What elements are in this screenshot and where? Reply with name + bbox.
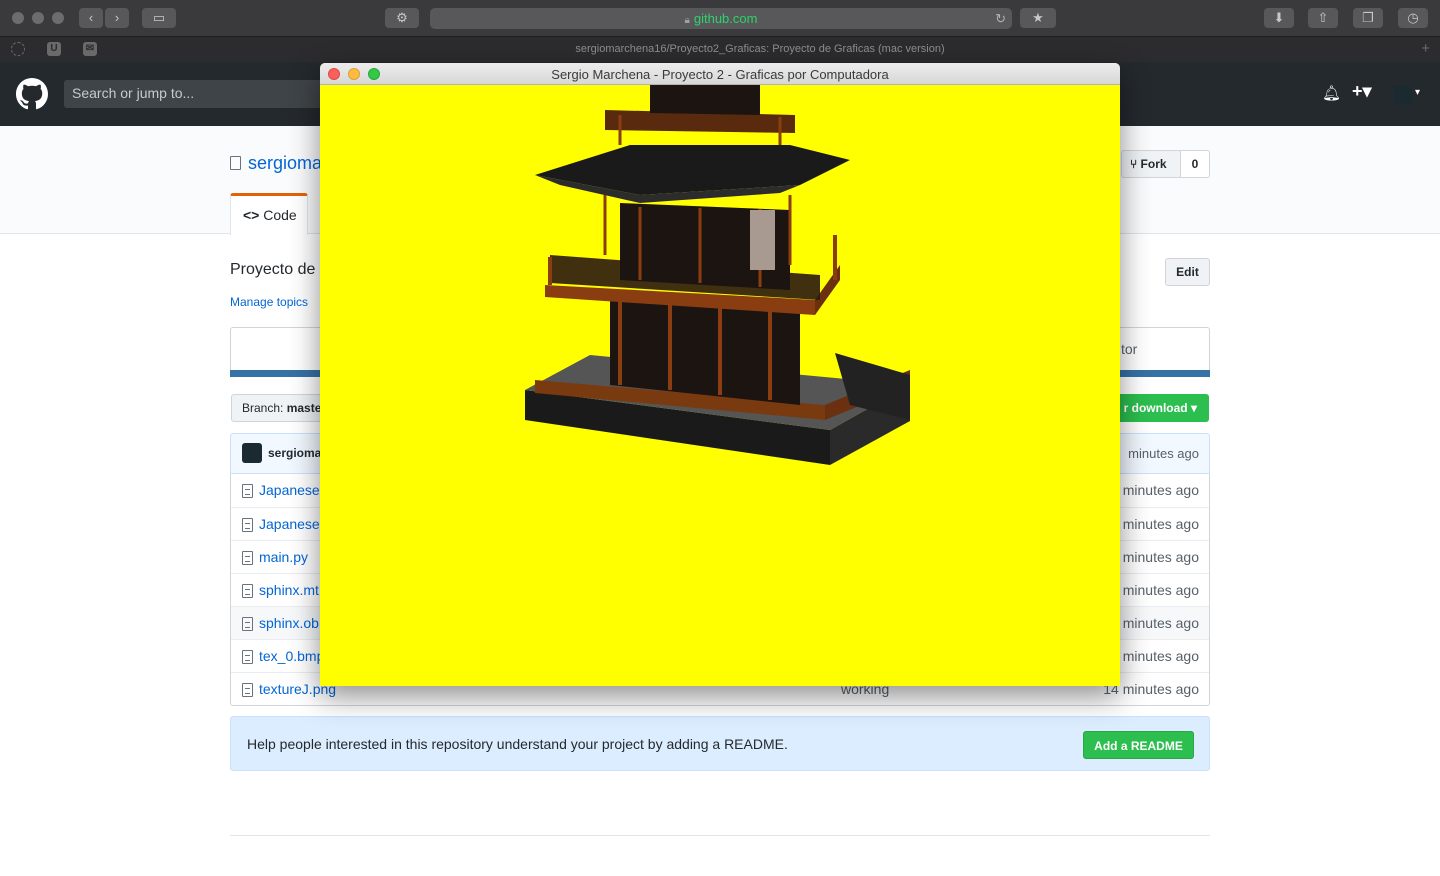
code-tab-label: Code: [263, 207, 297, 223]
file-age: minutes ago: [1122, 482, 1199, 498]
file-age: minutes ago: [1122, 648, 1199, 664]
commit-avatar[interactable]: [242, 443, 262, 463]
pagoda-render: [525, 85, 910, 465]
github-logo-icon[interactable]: [16, 78, 48, 110]
file-age: minutes ago: [1122, 615, 1199, 631]
file-name-link[interactable]: Japanese: [259, 516, 320, 532]
readme-banner-text: Help people interested in this repositor…: [247, 736, 788, 752]
new-tab-icon[interactable]: +: [1421, 40, 1430, 57]
pinned-tab-mail-icon[interactable]: ✉: [83, 42, 97, 56]
repo-description: Proyecto de: [230, 261, 316, 278]
tab-bar: U ✉ sergiomarchena16/Proyecto2_Graficas:…: [0, 36, 1440, 62]
window-minimize-button[interactable]: [32, 12, 44, 24]
history-icon[interactable]: ◷: [1398, 8, 1428, 28]
clone-download-button[interactable]: r download ▾: [1110, 394, 1209, 422]
pinned-tab-u-icon[interactable]: U: [47, 42, 61, 56]
file-icon: [242, 484, 253, 498]
fork-label: Fork: [1140, 157, 1167, 171]
avatar-caret-icon[interactable]: ▾: [1415, 87, 1420, 98]
fork-count[interactable]: 0: [1180, 150, 1210, 178]
repo-owner-link[interactable]: sergioma: [248, 153, 322, 174]
fork-icon: ⑂: [1130, 157, 1138, 171]
app-window[interactable]: Sergio Marchena - Proyecto 2 - Graficas …: [320, 63, 1120, 686]
file-icon: [242, 551, 253, 565]
file-name-link[interactable]: main.py: [259, 549, 308, 565]
forward-icon[interactable]: ›: [105, 8, 129, 28]
bookmark-icon[interactable]: ★: [1020, 8, 1056, 28]
sidebar-icon[interactable]: ▭: [142, 8, 176, 28]
readme-banner: Help people interested in this repositor…: [230, 716, 1210, 771]
file-age: minutes ago: [1122, 582, 1199, 598]
branch-label: Branch:: [242, 401, 284, 415]
add-readme-button[interactable]: Add a README: [1083, 731, 1194, 759]
share-icon[interactable]: ⇧: [1308, 8, 1338, 28]
settings-gear-icon[interactable]: ⚙: [385, 8, 419, 28]
user-avatar[interactable]: [1394, 86, 1412, 104]
contributors-link[interactable]: tor: [1121, 341, 1137, 357]
download-icon[interactable]: ⬇: [1264, 8, 1294, 28]
tabs-icon[interactable]: ❐: [1353, 8, 1383, 28]
lock-icon: 🔒︎: [684, 15, 690, 26]
file-name-link[interactable]: tex_0.bmp: [259, 648, 324, 664]
window-close-button[interactable]: [12, 12, 24, 24]
render-canvas[interactable]: [320, 85, 1120, 686]
tab-code[interactable]: <> Code: [230, 193, 308, 235]
commit-age: minutes ago: [1128, 446, 1199, 461]
browser-toolbar: ‹ › ▭ ⚙ 🔒︎ github.com ↻ ★ ⬇ ⇧ ❐ ◷: [0, 0, 1440, 36]
branch-value: maste: [286, 401, 322, 415]
create-new-plus-icon[interactable]: +▾: [1352, 81, 1372, 102]
footer-divider: [230, 835, 1210, 836]
active-tab-title[interactable]: sergiomarchena16/Proyecto2_Graficas: Pro…: [400, 43, 1120, 55]
github-search-input[interactable]: Search or jump to...: [64, 80, 324, 108]
file-icon: [242, 584, 253, 598]
file-icon: [242, 650, 253, 664]
file-name-link[interactable]: Japanese: [259, 482, 320, 498]
reload-icon[interactable]: ↻: [995, 8, 1006, 29]
repo-icon: [230, 156, 241, 170]
back-icon[interactable]: ‹: [79, 8, 103, 28]
file-name-link[interactable]: sphinx.mt: [259, 582, 319, 598]
manage-topics-link[interactable]: Manage topics: [230, 295, 308, 309]
edit-button[interactable]: Edit: [1165, 258, 1210, 286]
code-icon: <>: [243, 207, 260, 223]
file-name-link[interactable]: sphinx.ob: [259, 615, 319, 631]
file-icon: [242, 518, 253, 532]
file-icon: [242, 617, 253, 631]
file-age: minutes ago: [1122, 516, 1199, 532]
fork-button[interactable]: ⑂ Fork: [1121, 150, 1181, 178]
app-titlebar[interactable]: Sergio Marchena - Proyecto 2 - Graficas …: [320, 63, 1120, 85]
file-icon: [242, 683, 253, 697]
address-bar[interactable]: 🔒︎ github.com ↻: [430, 8, 1012, 29]
notifications-bell-icon[interactable]: 🔔︎: [1322, 84, 1341, 102]
file-age: minutes ago: [1122, 549, 1199, 565]
app-window-title: Sergio Marchena - Proyecto 2 - Graficas …: [551, 67, 889, 82]
loading-icon[interactable]: [11, 42, 25, 56]
window-zoom-button[interactable]: [52, 12, 64, 24]
url-text: github.com: [693, 11, 758, 26]
clone-label: r download: [1123, 401, 1188, 415]
commit-author[interactable]: sergioma: [268, 446, 321, 460]
